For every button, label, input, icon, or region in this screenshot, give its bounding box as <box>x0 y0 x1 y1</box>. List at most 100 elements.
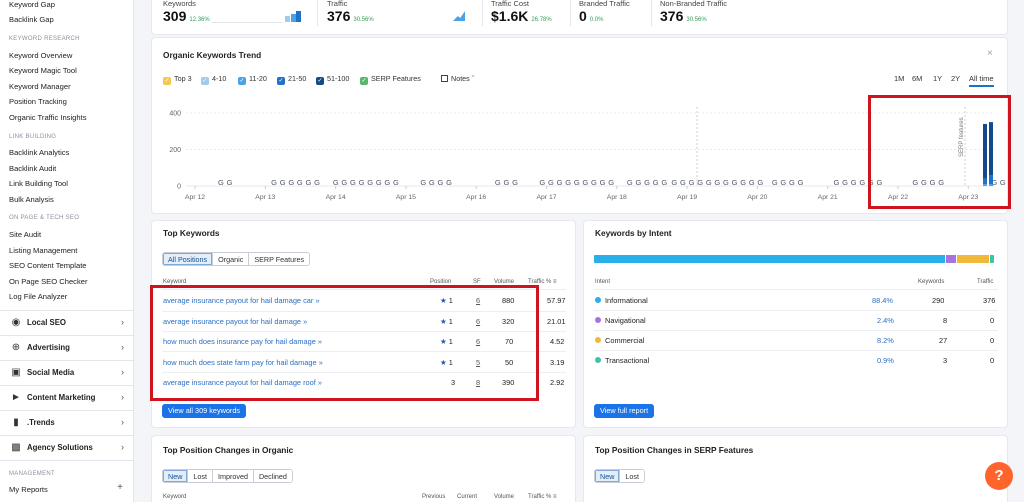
help-button[interactable]: ? <box>985 462 1013 490</box>
sidebar-item-backlink-gap[interactable]: Backlink Gap <box>9 15 54 24</box>
sidebar-group-local-seo[interactable]: ◉ Local SEO › <box>0 311 133 335</box>
col-keyword[interactable]: Keyword <box>163 279 186 285</box>
sidebar-group-social-media[interactable]: ▣ Social Media › <box>0 361 133 385</box>
sidebar-item-backlink-audit[interactable]: Backlink Audit <box>9 164 56 173</box>
sidebar-item-my-reports[interactable]: My Reports <box>9 485 48 494</box>
sidebar-item-on-page-seo-checker[interactable]: On Page SEO Checker <box>9 277 88 286</box>
stat-keywords[interactable]: Keywords 309 12.36% <box>163 0 210 24</box>
col-current[interactable]: Current <box>457 494 477 500</box>
sidebar-item-keyword-manager[interactable]: Keyword Manager <box>9 82 71 91</box>
intent-pct[interactable]: 88.4% <box>872 296 893 305</box>
col-volume[interactable]: Volume <box>494 279 514 285</box>
sidebar-group-trends[interactable]: ▮ .Trends › <box>0 411 133 435</box>
g-marker: G <box>280 178 286 187</box>
sidebar-item-site-audit[interactable]: Site Audit <box>9 230 41 239</box>
view-all-keywords-button[interactable]: View all 309 keywords <box>162 404 247 418</box>
sidebar-group-agency-solutions[interactable]: ▩ Agency Solutions › <box>0 436 133 460</box>
intent-pct[interactable]: 8.2% <box>877 336 894 345</box>
col-position[interactable]: Position <box>430 279 451 285</box>
tab-lost[interactable]: Lost <box>188 470 213 482</box>
tab-declined[interactable]: Declined <box>253 470 292 482</box>
stat-traffic-cost[interactable]: Traffic Cost $1.6K 26.78% <box>491 0 552 24</box>
position-value: 1 <box>448 337 453 346</box>
position-cell: ★ 1 <box>440 317 453 326</box>
keyword-link[interactable]: average insurance payout for hail damage… <box>163 296 320 305</box>
legend-serp-features[interactable]: ✓ SERP Features <box>360 74 421 85</box>
sidebar-group-label: Agency Solutions <box>27 443 93 452</box>
range-6m[interactable]: 6M <box>912 74 922 83</box>
sidebar-item-keyword-overview[interactable]: Keyword Overview <box>9 51 72 60</box>
tab-serp-features[interactable]: SERP Features <box>249 253 310 265</box>
col-keywords[interactable]: Keywords <box>918 279 944 285</box>
sidebar-item-log-file-analyzer[interactable]: Log File Analyzer <box>9 292 67 301</box>
tab-new[interactable]: New <box>163 470 189 482</box>
tab-all-positions[interactable]: All Positions <box>163 253 214 265</box>
legend-11-20[interactable]: ✓ 11-20 <box>238 74 267 85</box>
stats-card: Keywords 309 12.36% Traffic 376 30.56% Tra… <box>152 0 1007 34</box>
keyword-text: average insurance payout for hail damage <box>163 317 302 326</box>
double-chevron-icon: » <box>317 337 323 346</box>
stat-value: 376 <box>660 8 684 24</box>
sf-cell[interactable]: 8 <box>476 378 480 387</box>
range-1m[interactable]: 1M <box>894 74 904 83</box>
sf-cell[interactable]: 5 <box>476 358 480 367</box>
serp-changes-title: Top Position Changes in SERP Features <box>595 445 754 455</box>
sidebar-item-link-building-tool[interactable]: Link Building Tool <box>9 179 68 188</box>
stat-non-branded-traffic[interactable]: Non-Branded Traffic 376 30.56% <box>660 0 727 24</box>
intent-pct[interactable]: 0.9% <box>877 356 894 365</box>
tab-improved[interactable]: Improved <box>212 470 254 482</box>
trend-arrow-icon <box>453 11 465 21</box>
col-intent[interactable]: Intent <box>595 279 610 285</box>
col-traffic[interactable]: Traffic % ≡ <box>528 279 557 285</box>
col-previous[interactable]: Previous <box>422 494 445 500</box>
stat-branded-traffic[interactable]: Branded Traffic 0 0.0% <box>579 0 630 24</box>
col-pc-traffic-label: Traffic % <box>528 494 552 500</box>
intent-share-bar[interactable] <box>594 255 994 263</box>
sf-cell[interactable]: 6 <box>476 317 480 326</box>
view-full-report-button[interactable]: View full report <box>594 404 655 418</box>
sidebar-group-content-marketing[interactable]: ► Content Marketing › <box>0 386 133 410</box>
legend-top3[interactable]: ✓ Top 3 <box>163 74 192 85</box>
keyword-link[interactable]: how much does insurance pay for hail dam… <box>163 337 322 346</box>
legend-21-50[interactable]: ✓ 21-50 <box>277 74 306 85</box>
notes-dropdown[interactable]: Notes ˇ <box>441 74 474 83</box>
close-icon[interactable]: × <box>987 48 993 59</box>
sidebar-item-listing-management[interactable]: Listing Management <box>9 246 77 255</box>
checkbox-icon: ✓ <box>277 77 285 85</box>
tab-organic[interactable]: Organic <box>213 253 250 265</box>
sidebar-item-organic-traffic-insights[interactable]: Organic Traffic Insights <box>9 113 87 122</box>
stat-traffic[interactable]: Traffic 376 30.56% <box>327 0 374 24</box>
sidebar-item-bulk-analysis[interactable]: Bulk Analysis <box>9 195 54 204</box>
legend-4-10[interactable]: ✓ 4-10 <box>201 74 226 85</box>
legend-51-100[interactable]: ✓ 51-100 <box>316 74 349 85</box>
sidebar-group-advertising[interactable]: ⊕ Advertising › <box>0 336 133 360</box>
range-1y[interactable]: 1Y <box>933 74 942 83</box>
col-pc-traffic[interactable]: Traffic % ≡ <box>528 494 557 500</box>
keyword-link[interactable]: average insurance payout for hail damage… <box>163 378 322 387</box>
crown-icon: ★ <box>440 317 447 326</box>
range-all-time[interactable]: All time <box>969 74 994 87</box>
range-2y[interactable]: 2Y <box>951 74 960 83</box>
tab-serp-new[interactable]: New <box>595 470 621 482</box>
keyword-link[interactable]: average insurance payout for hail damage… <box>163 317 307 326</box>
sf-cell[interactable]: 6 <box>476 337 480 346</box>
sidebar-item-keyword-magic-tool[interactable]: Keyword Magic Tool <box>9 66 77 75</box>
col-intent-traffic[interactable]: Traffic <box>977 279 993 285</box>
sf-cell[interactable]: 6 <box>476 296 480 305</box>
add-report-icon[interactable]: + <box>117 482 123 493</box>
intent-pct[interactable]: 2.4% <box>877 316 894 325</box>
intent-share-segment-2 <box>956 255 990 263</box>
intent-share-segment-1 <box>946 255 956 263</box>
col-sf[interactable]: SF <box>473 279 481 285</box>
sidebar-item-seo-content-template[interactable]: SEO Content Template <box>9 261 87 270</box>
col-pc-volume[interactable]: Volume <box>494 494 514 500</box>
col-pc-keyword[interactable]: Keyword <box>163 494 186 500</box>
sidebar-item-backlink-analytics[interactable]: Backlink Analytics <box>9 148 69 157</box>
sidebar-item-position-tracking[interactable]: Position Tracking <box>9 97 67 106</box>
g-marker: G <box>548 178 554 187</box>
keyword-link[interactable]: how much does state farm pay for hail da… <box>163 358 323 367</box>
intent-keywords: 3 <box>943 356 948 365</box>
sidebar-item-keyword-gap[interactable]: Keyword Gap <box>9 0 55 9</box>
g-marker: G <box>271 178 277 187</box>
tab-serp-lost[interactable]: Lost <box>620 470 644 482</box>
